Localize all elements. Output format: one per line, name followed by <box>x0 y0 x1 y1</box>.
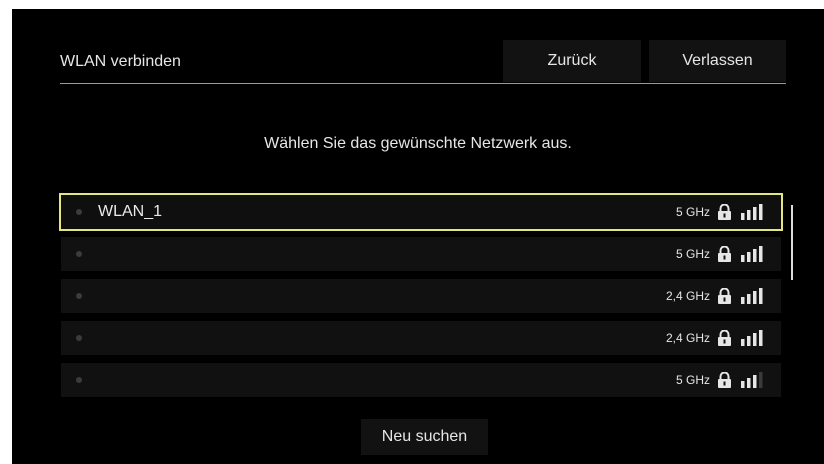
lock-icon <box>718 330 731 346</box>
network-row-2[interactable]: 5 GHz <box>61 237 781 271</box>
bullet-icon <box>76 377 82 383</box>
lock-icon <box>718 246 731 262</box>
rescan-button[interactable]: Neu suchen <box>361 419 488 455</box>
wifi-signal-icon <box>741 288 763 304</box>
list-scrollbar[interactable] <box>791 205 793 280</box>
network-band: 2,4 GHz <box>665 289 710 303</box>
wifi-signal-icon <box>741 246 763 262</box>
exit-button[interactable]: Verlassen <box>649 40 786 82</box>
wifi-signal-icon <box>741 204 763 220</box>
network-row-4[interactable]: 2,4 GHz <box>61 321 781 355</box>
header: WLAN verbinden Zurück Verlassen <box>60 40 786 84</box>
network-row-1[interactable]: WLAN_1 5 GHz <box>59 193 783 231</box>
bullet-icon <box>76 209 82 215</box>
tv-screen: WLAN verbinden Zurück Verlassen Wählen S… <box>12 9 824 464</box>
bullet-icon <box>76 293 82 299</box>
network-band: 5 GHz <box>675 247 710 261</box>
lock-icon <box>718 288 731 304</box>
page-title: WLAN verbinden <box>60 53 181 70</box>
instruction-text: Wählen Sie das gewünschte Netzwerk aus. <box>264 135 572 152</box>
network-row-5[interactable]: 5 GHz <box>61 363 781 397</box>
network-band: 5 GHz <box>675 373 710 387</box>
back-button[interactable]: Zurück <box>503 40 641 82</box>
lock-icon <box>718 204 731 220</box>
header-divider <box>60 83 786 84</box>
lock-icon <box>718 372 731 388</box>
wifi-signal-icon <box>741 330 763 346</box>
bullet-icon <box>76 335 82 341</box>
bullet-icon <box>76 251 82 257</box>
network-band: 5 GHz <box>675 205 710 219</box>
network-band: 2,4 GHz <box>665 331 710 345</box>
network-name: WLAN_1 <box>98 203 163 220</box>
network-row-3[interactable]: 2,4 GHz <box>61 279 781 313</box>
wifi-signal-icon <box>741 372 763 388</box>
